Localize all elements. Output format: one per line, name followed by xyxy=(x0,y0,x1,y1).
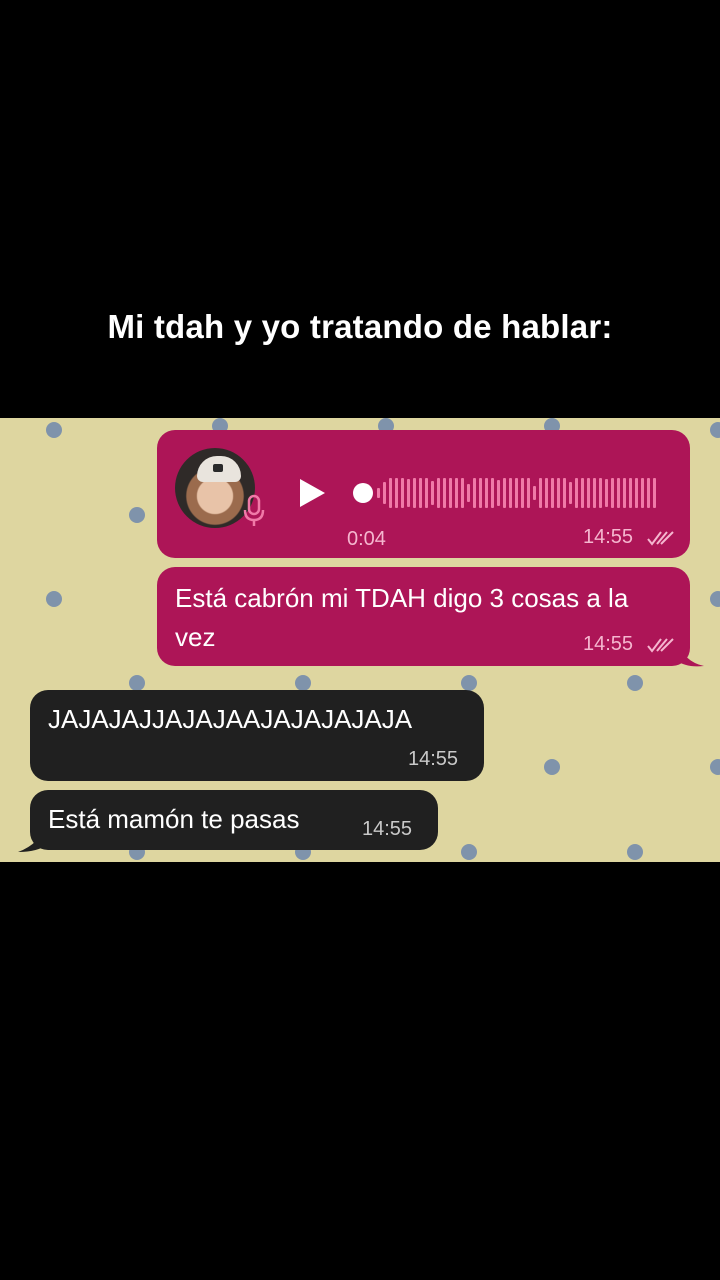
play-icon[interactable] xyxy=(297,478,327,508)
chat-area[interactable]: 0:04 14:55 Está cabrón mi TDAH digo 3 co… xyxy=(0,418,720,862)
waveform-bar xyxy=(401,478,404,508)
waveform[interactable] xyxy=(377,474,659,512)
pattern-dot xyxy=(710,759,720,775)
waveform-bar xyxy=(653,478,656,508)
waveform-bar xyxy=(533,486,536,500)
bubble-tail xyxy=(18,822,48,852)
waveform-bar xyxy=(449,478,452,508)
waveform-bar xyxy=(605,479,608,507)
waveform-bar xyxy=(485,478,488,508)
waveform-bar xyxy=(641,478,644,508)
waveform-bar xyxy=(443,478,446,508)
outgoing-message-bubble[interactable]: Está cabrón mi TDAH digo 3 cosas a la ve… xyxy=(157,567,690,666)
bubble-tail xyxy=(676,640,704,667)
pattern-dot xyxy=(129,675,145,691)
incoming-message-bubble[interactable]: Está mamón te pasas 14:55 xyxy=(30,790,438,850)
waveform-bar xyxy=(545,478,548,508)
message-text: JAJAJAJJAJAJAAJAJAJAJAJA xyxy=(48,704,413,734)
waveform-bar xyxy=(419,478,422,508)
pattern-dot xyxy=(710,422,720,438)
waveform-bar xyxy=(455,478,458,508)
pattern-dot xyxy=(627,675,643,691)
waveform-bar xyxy=(509,478,512,508)
waveform-bar xyxy=(521,478,524,508)
waveform-bar xyxy=(623,478,626,508)
pattern-dot xyxy=(295,675,311,691)
waveform-bar xyxy=(431,481,434,505)
pattern-dot xyxy=(461,844,477,860)
waveform-bar xyxy=(611,478,614,508)
voice-message-bubble[interactable]: 0:04 14:55 xyxy=(157,430,690,558)
microphone-icon xyxy=(243,494,265,526)
pattern-dot xyxy=(544,759,560,775)
pattern-dot xyxy=(627,844,643,860)
waveform-bar xyxy=(407,479,410,507)
message-timestamp: 14:55 xyxy=(362,818,413,840)
waveform-bar xyxy=(581,478,584,508)
double-check-icon xyxy=(647,531,674,546)
voice-timestamp: 14:55 xyxy=(583,526,634,548)
message-timestamp: 14:55 xyxy=(408,748,459,770)
waveform-bar xyxy=(593,478,596,508)
waveform-bar xyxy=(617,478,620,508)
pattern-dot xyxy=(46,591,62,607)
waveform-bar xyxy=(569,482,572,504)
message-timestamp: 14:55 xyxy=(583,633,634,655)
waveform-bar xyxy=(491,478,494,508)
waveform-bar xyxy=(377,488,380,498)
waveform-bar xyxy=(467,484,470,502)
incoming-message-bubble[interactable]: JAJAJAJJAJAJAAJAJAJAJAJA 14:55 xyxy=(30,690,484,781)
pattern-dot xyxy=(46,422,62,438)
waveform-bar xyxy=(563,478,566,508)
waveform-bar xyxy=(575,478,578,508)
playback-position-handle[interactable] xyxy=(353,483,373,503)
waveform-bar xyxy=(425,478,428,508)
waveform-bar xyxy=(389,478,392,508)
pattern-dot xyxy=(461,675,477,691)
waveform-bar xyxy=(551,478,554,508)
waveform-bar xyxy=(395,478,398,508)
waveform-bar xyxy=(527,478,530,508)
waveform-bar xyxy=(413,478,416,508)
waveform-bar xyxy=(587,478,590,508)
waveform-bar xyxy=(473,478,476,508)
waveform-bar xyxy=(383,482,386,504)
waveform-bar xyxy=(629,478,632,508)
waveform-bar xyxy=(461,478,464,508)
message-text: Está mamón te pasas xyxy=(48,804,300,834)
pattern-dot xyxy=(129,507,145,523)
double-check-icon xyxy=(647,638,674,653)
pattern-dot xyxy=(710,591,720,607)
waveform-bar xyxy=(515,478,518,508)
waveform-bar xyxy=(557,478,560,508)
waveform-bar xyxy=(503,478,506,508)
waveform-bar xyxy=(599,478,602,508)
waveform-bar xyxy=(437,478,440,508)
waveform-bar xyxy=(479,478,482,508)
caption-text: Mi tdah y yo tratando de hablar: xyxy=(107,308,613,345)
waveform-bar xyxy=(635,478,638,508)
voice-duration: 0:04 xyxy=(347,528,386,550)
waveform-bar xyxy=(539,478,542,508)
waveform-bar xyxy=(497,480,500,506)
waveform-bar xyxy=(647,478,650,508)
